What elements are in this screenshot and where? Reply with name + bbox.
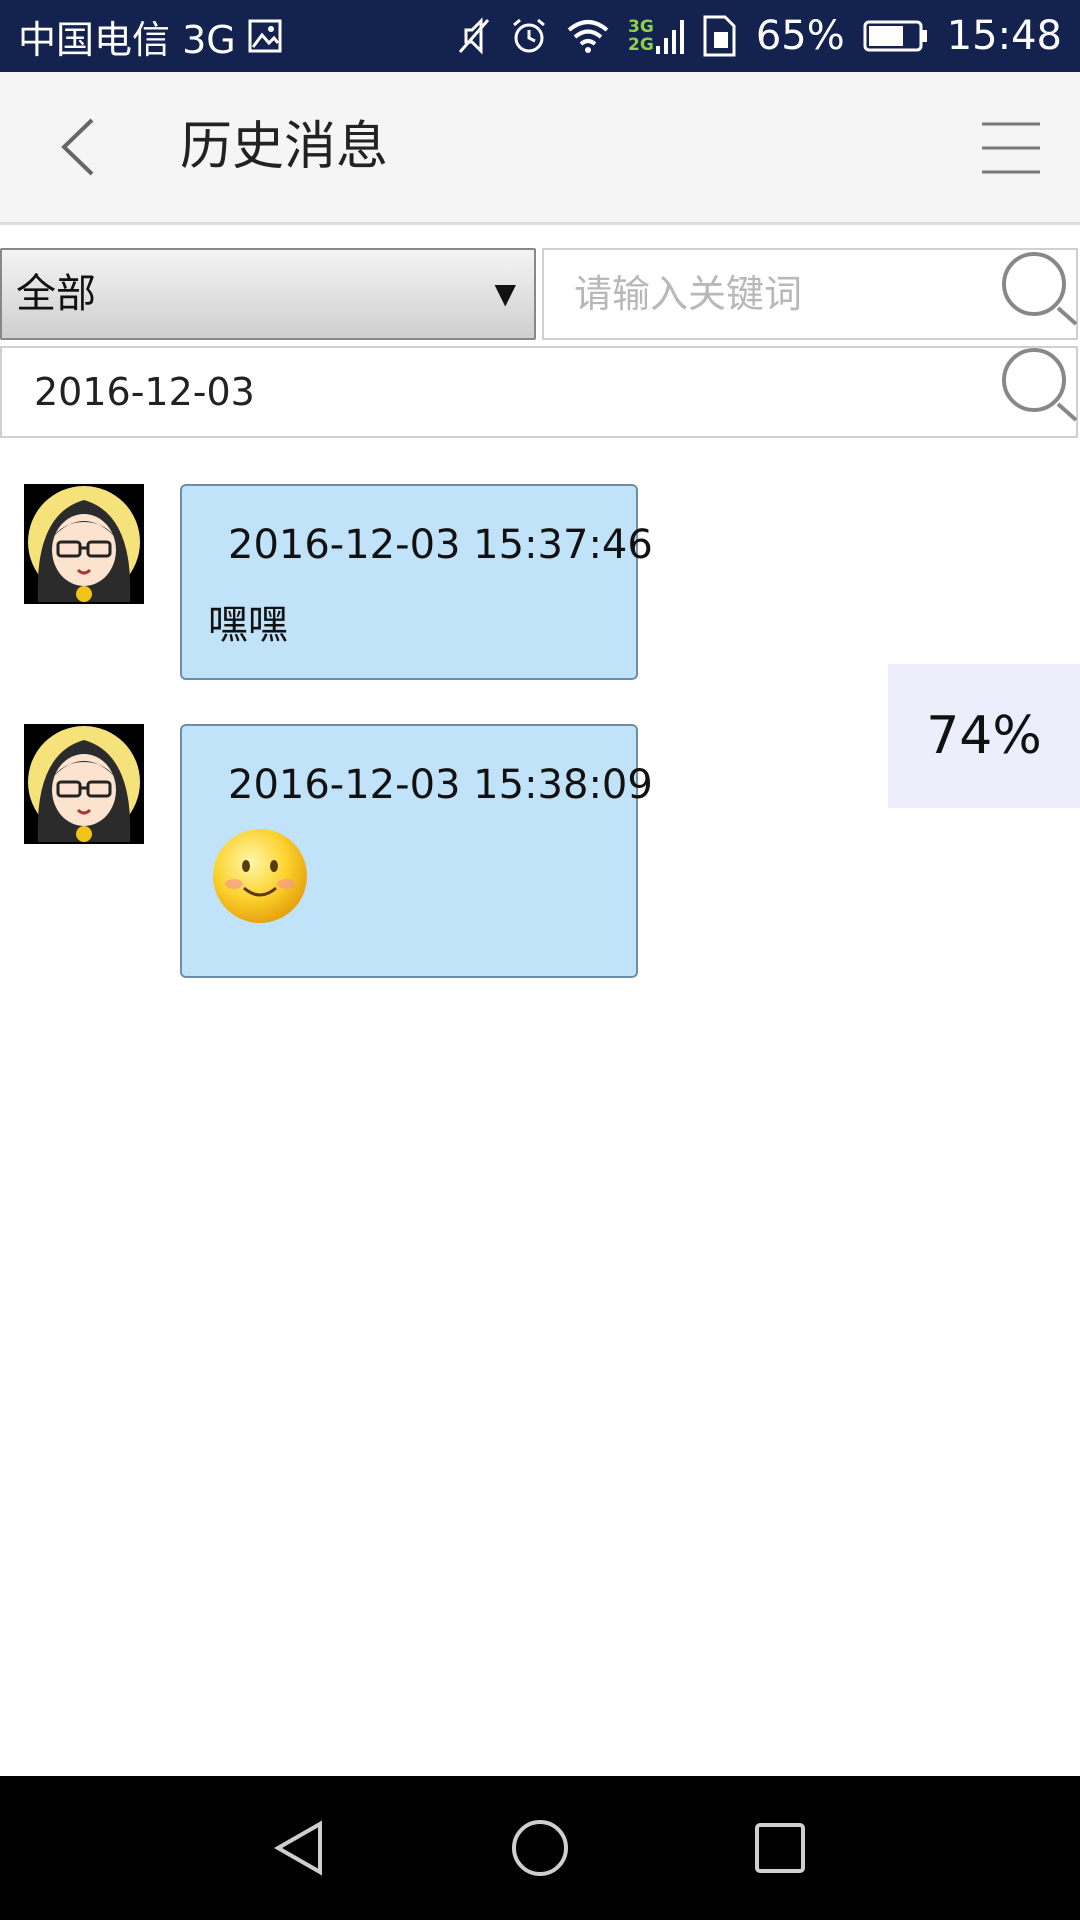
date-search-button[interactable]: [1000, 346, 1080, 426]
avatar[interactable]: [24, 724, 144, 844]
battery-percent: 65%: [755, 13, 845, 59]
status-left: 中国电信 3G: [18, 0, 282, 72]
message-bubble[interactable]: 2016-12-03 15:37:46 嘿嘿: [180, 484, 653, 680]
dropdown-arrow-icon: ▼: [494, 277, 516, 310]
square-recents-icon: [755, 1823, 805, 1873]
keyword-search-button[interactable]: [1000, 250, 1080, 330]
gallery-icon: [248, 19, 282, 53]
system-nav-bar: [0, 1776, 1080, 1920]
message-time: 2016-12-03 15:38:09: [228, 762, 653, 808]
status-right: 3G 2G 65% 15:48: [456, 0, 1062, 72]
signal-icon: 3G 2G: [628, 16, 684, 56]
back-button[interactable]: [50, 112, 110, 182]
category-select[interactable]: 全部 ▼: [0, 248, 536, 340]
battery-icon: [863, 19, 929, 53]
status-bar: 中国电信 3G 3G 2G 65% 15:48: [0, 0, 1080, 72]
message-item: 2016-12-03 15:37:46 嘿嘿: [0, 484, 700, 680]
sim-icon: [702, 14, 738, 58]
title-bar: 历史消息: [0, 72, 1080, 225]
search-icon: [1002, 252, 1078, 326]
message-bubble[interactable]: 2016-12-03 15:38:09: [180, 724, 653, 978]
nav-back-button[interactable]: [270, 1818, 330, 1878]
menu-button[interactable]: [980, 120, 1042, 176]
avatar[interactable]: [24, 484, 144, 604]
message-item: 2016-12-03 15:38:09: [0, 724, 700, 978]
mute-icon: [456, 16, 492, 56]
triangle-back-icon: [273, 1820, 322, 1876]
page-title: 历史消息: [180, 117, 389, 177]
clock: 15:48: [946, 13, 1062, 59]
network-type: 3G 2G: [628, 17, 654, 55]
hamburger-menu-icon: [982, 122, 1040, 174]
date-input[interactable]: [0, 346, 1078, 438]
nav-home-button[interactable]: [510, 1818, 570, 1878]
smiley-emoji-icon: [210, 826, 310, 926]
message-text: 嘿嘿: [208, 602, 288, 648]
circle-home-icon: [512, 1820, 568, 1876]
chevron-left-icon: [61, 118, 94, 176]
nav-recents-button[interactable]: [750, 1818, 810, 1878]
keyword-search-input[interactable]: [542, 248, 1078, 340]
alarm-icon: [510, 17, 548, 55]
filter-row: 全部 ▼: [0, 248, 1080, 344]
message-time: 2016-12-03 15:37:46: [228, 522, 653, 568]
date-row: [0, 346, 1080, 440]
progress-percent-badge: 74%: [888, 664, 1080, 808]
category-selected-value: 全部: [16, 271, 96, 317]
search-icon: [1002, 348, 1078, 422]
carrier-label: 中国电信 3G: [18, 17, 236, 62]
wifi-icon: [566, 18, 610, 54]
